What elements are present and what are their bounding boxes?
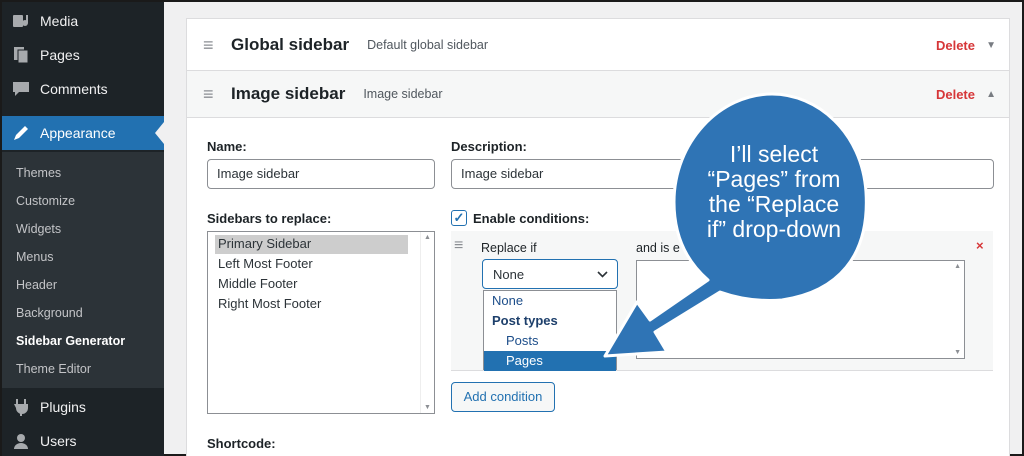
panel-header[interactable]: ≡ Image sidebar Image sidebar Delete ▲ (187, 71, 1009, 118)
collapse-arrow-icon[interactable]: ▲ (986, 89, 996, 100)
optgroup-post-types: Post types (492, 313, 558, 328)
condition-values-box[interactable]: ▲ ▼ (636, 260, 965, 359)
expand-arrow-icon[interactable]: ▼ (986, 40, 996, 51)
submenu-header[interactable]: Header (16, 278, 57, 292)
scroll-down-icon[interactable]: ▼ (424, 404, 431, 411)
list-option[interactable]: Right Most Footer (218, 296, 321, 311)
enable-conditions-checkbox[interactable]: ✓ (451, 210, 467, 226)
submenu-widgets[interactable]: Widgets (16, 222, 61, 236)
menu-label: Appearance (40, 125, 116, 141)
appearance-submenu: Themes Customize Widgets Menus Header Ba… (2, 152, 164, 388)
users-icon (10, 431, 32, 451)
panel-header[interactable]: ≡ Global sidebar Default global sidebar … (187, 19, 1009, 71)
menu-label: Media (40, 13, 79, 29)
panel-subtitle: Image sidebar (363, 87, 443, 101)
option-none[interactable]: None (484, 291, 616, 311)
callout-line: if” drop-down (706, 216, 842, 242)
comments-icon (10, 79, 32, 99)
option-posts[interactable]: Posts (484, 331, 616, 351)
menu-users[interactable]: Users (2, 424, 164, 456)
menu-label: Users (40, 433, 77, 449)
delete-link[interactable]: Delete (936, 87, 975, 102)
panel-subtitle: Default global sidebar (367, 38, 489, 52)
name-field[interactable]: Image sidebar (207, 159, 435, 189)
scroll-up-icon[interactable]: ▲ (424, 234, 431, 241)
list-option[interactable]: Left Most Footer (218, 256, 313, 271)
callout-line: “Pages” from (707, 166, 841, 192)
callout-text: I’ll select “Pages” from the “Replace if… (674, 142, 874, 242)
condition-drag-handle-icon[interactable]: ≡ (454, 238, 463, 254)
menu-pages[interactable]: Pages (2, 38, 164, 72)
shortcode-label: Shortcode: (207, 436, 276, 451)
menu-label: Plugins (40, 399, 86, 415)
appearance-brush-icon (10, 123, 32, 143)
chevron-down-icon (597, 271, 608, 278)
delete-link[interactable]: Delete (936, 38, 975, 53)
admin-sidebar: Media Pages Comments Appearance Themes C… (2, 2, 164, 456)
submenu-themes[interactable]: Themes (16, 166, 61, 180)
global-sidebar-panel: ≡ Global sidebar Default global sidebar … (186, 18, 1010, 71)
replace-if-label: Replace if (481, 241, 537, 255)
enable-conditions-label: Enable conditions: (473, 211, 590, 226)
submenu-sidebar-generator[interactable]: Sidebar Generator (16, 334, 125, 348)
scroll-down-icon[interactable]: ▼ (954, 349, 961, 356)
replace-if-dropdown[interactable]: None Post types Posts Pages (483, 290, 617, 371)
list-option[interactable]: Middle Footer (218, 276, 297, 291)
pages-icon (10, 45, 32, 65)
menu-comments[interactable]: Comments (2, 72, 164, 106)
drag-handle-icon[interactable]: ≡ (203, 36, 219, 54)
add-condition-button[interactable]: Add condition (451, 382, 555, 412)
select-value: None (493, 267, 525, 282)
replace-if-select[interactable]: None (482, 259, 618, 289)
sidebars-listbox[interactable]: Primary Sidebar Left Most Footer Middle … (207, 231, 435, 414)
media-icon (10, 11, 32, 31)
panel-title: Image sidebar (231, 84, 346, 103)
submenu-customize[interactable]: Customize (16, 194, 75, 208)
name-label: Name: (207, 139, 247, 154)
panel-title: Global sidebar (231, 35, 350, 54)
option-pages[interactable]: Pages (484, 351, 616, 371)
drag-handle-icon[interactable]: ≡ (203, 85, 219, 103)
menu-appearance[interactable]: Appearance (2, 116, 164, 150)
active-indicator (155, 122, 164, 144)
callout-line: the “Replace (708, 191, 840, 217)
listbox-scrollbar[interactable]: ▲ ▼ (420, 232, 434, 413)
remove-condition-icon[interactable]: × (976, 238, 984, 253)
plugins-icon (10, 397, 32, 417)
description-label: Description: (451, 139, 527, 154)
submenu-theme-editor[interactable]: Theme Editor (16, 362, 91, 376)
menu-label: Comments (40, 81, 108, 97)
list-option[interactable]: Primary Sidebar (218, 236, 311, 251)
and-is-label: and is e (636, 241, 680, 255)
submenu-background[interactable]: Background (16, 306, 83, 320)
submenu-menus[interactable]: Menus (16, 250, 54, 264)
scroll-up-icon[interactable]: ▲ (954, 263, 961, 270)
callout-line: I’ll select (729, 141, 819, 167)
menu-media[interactable]: Media (2, 4, 164, 38)
sidebars-to-replace-label: Sidebars to replace: (207, 211, 332, 226)
menu-plugins[interactable]: Plugins (2, 390, 164, 424)
menu-label: Pages (40, 47, 80, 63)
